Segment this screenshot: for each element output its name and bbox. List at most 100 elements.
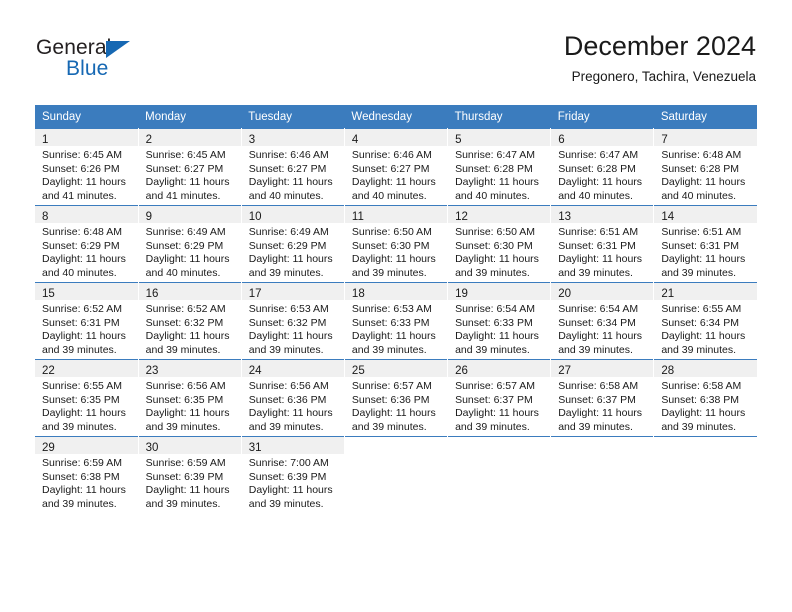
day-number: 31	[248, 442, 262, 454]
daylight-text-line2: and 39 minutes.	[248, 420, 324, 433]
day-cell[interactable]: 10 Sunrise: 6:49 AM Sunset: 6:29 PM Dayl…	[241, 205, 345, 283]
sunrise-text: Sunrise: 6:47 AM	[558, 149, 639, 161]
week-row: 8 Sunrise: 6:48 AM Sunset: 6:29 PM Dayli…	[35, 205, 757, 283]
daylight-text-line2: and 40 minutes.	[661, 189, 737, 202]
sunrise-text: Sunrise: 6:49 AM	[145, 226, 226, 238]
day-cell[interactable]: 24 Sunrise: 6:56 AM Sunset: 6:36 PM Dayl…	[241, 359, 345, 437]
day-cell[interactable]: 29 Sunrise: 6:59 AM Sunset: 6:38 PM Dayl…	[35, 436, 139, 513]
day-cell[interactable]: 27 Sunrise: 6:58 AM Sunset: 6:37 PM Dayl…	[550, 359, 655, 437]
daynum-strip: 17	[241, 283, 344, 300]
daylight-text-line2: and 41 minutes.	[145, 189, 221, 202]
daynum-strip: 16	[138, 283, 241, 300]
day-cell[interactable]: 23 Sunrise: 6:56 AM Sunset: 6:35 PM Dayl…	[138, 359, 242, 437]
day-cell[interactable]: 20 Sunrise: 6:54 AM Sunset: 6:34 PM Dayl…	[550, 282, 655, 360]
daylight-text-line1: Daylight: 11 hours	[248, 253, 333, 266]
daylight-text-line2: and 39 minutes.	[145, 343, 221, 356]
brand-logo[interactable]: General Blue	[36, 36, 236, 88]
daynum-strip: 22	[35, 360, 138, 377]
daynum-strip: 1	[35, 129, 138, 146]
daylight-text-line1: Daylight: 11 hours	[42, 253, 126, 266]
daylight-text-line1: Daylight: 11 hours	[145, 253, 230, 266]
sunrise-text: Sunrise: 6:46 AM	[351, 149, 432, 161]
daylight-text-line1: Daylight: 11 hours	[351, 176, 436, 189]
day-cell[interactable]: 11 Sunrise: 6:50 AM Sunset: 6:30 PM Dayl…	[344, 205, 449, 283]
day-cell[interactable]: 25 Sunrise: 6:57 AM Sunset: 6:36 PM Dayl…	[344, 359, 449, 437]
day-details: Sunrise: 7:00 AM Sunset: 6:39 PM Dayligh…	[242, 454, 344, 511]
day-cell[interactable]: 14 Sunrise: 6:51 AM Sunset: 6:31 PM Dayl…	[653, 205, 757, 283]
sunrise-text: Sunrise: 6:57 AM	[351, 380, 432, 392]
weekday-header-saturday: Saturday	[653, 105, 757, 129]
day-details: Sunrise: 6:49 AM Sunset: 6:29 PM Dayligh…	[242, 223, 344, 280]
daylight-text-line2: and 39 minutes.	[351, 420, 427, 433]
day-cell-empty	[653, 436, 757, 513]
day-cell[interactable]: 18 Sunrise: 6:53 AM Sunset: 6:33 PM Dayl…	[344, 282, 449, 360]
day-cell[interactable]: 17 Sunrise: 6:53 AM Sunset: 6:32 PM Dayl…	[241, 282, 345, 360]
day-cell[interactable]: 16 Sunrise: 6:52 AM Sunset: 6:32 PM Dayl…	[138, 282, 242, 360]
sunset-text: Sunset: 6:31 PM	[42, 316, 120, 329]
daylight-text-line2: and 40 minutes.	[248, 189, 324, 202]
sunset-text: Sunset: 6:37 PM	[558, 393, 636, 406]
day-cell[interactable]: 15 Sunrise: 6:52 AM Sunset: 6:31 PM Dayl…	[35, 282, 139, 360]
sunset-text: Sunset: 6:32 PM	[145, 316, 224, 329]
daynum-strip: 13	[551, 206, 654, 223]
sunrise-text: Sunrise: 6:59 AM	[42, 457, 122, 469]
day-cell[interactable]: 13 Sunrise: 6:51 AM Sunset: 6:31 PM Dayl…	[550, 205, 655, 283]
sunrise-text: Sunrise: 6:47 AM	[455, 149, 536, 161]
daylight-text-line1: Daylight: 11 hours	[145, 484, 230, 497]
day-details: Sunrise: 6:47 AM Sunset: 6:28 PM Dayligh…	[448, 146, 550, 203]
sunset-text: Sunset: 6:38 PM	[42, 470, 120, 483]
day-cell[interactable]: 5 Sunrise: 6:47 AM Sunset: 6:28 PM Dayli…	[447, 128, 552, 206]
day-details: Sunrise: 6:56 AM Sunset: 6:35 PM Dayligh…	[139, 377, 241, 434]
day-cell[interactable]: 28 Sunrise: 6:58 AM Sunset: 6:38 PM Dayl…	[653, 359, 757, 437]
daylight-text-line2: and 39 minutes.	[145, 497, 221, 510]
weekday-header-monday: Monday	[138, 105, 242, 129]
day-cell[interactable]: 6 Sunrise: 6:47 AM Sunset: 6:28 PM Dayli…	[550, 128, 655, 206]
sunrise-text: Sunrise: 6:48 AM	[661, 149, 742, 161]
day-cell[interactable]: 26 Sunrise: 6:57 AM Sunset: 6:37 PM Dayl…	[447, 359, 552, 437]
day-cell[interactable]: 12 Sunrise: 6:50 AM Sunset: 6:30 PM Dayl…	[447, 205, 552, 283]
daylight-text-line1: Daylight: 11 hours	[248, 330, 333, 343]
sunrise-text: Sunrise: 6:51 AM	[558, 226, 639, 238]
daylight-text-line2: and 39 minutes.	[42, 497, 117, 510]
sunrise-text: Sunrise: 6:53 AM	[351, 303, 432, 315]
day-number: 4	[351, 134, 359, 146]
daynum-strip	[551, 437, 654, 454]
day-details: Sunrise: 6:47 AM Sunset: 6:28 PM Dayligh…	[551, 146, 653, 203]
daylight-text-line1: Daylight: 11 hours	[455, 176, 539, 189]
day-details: Sunrise: 6:52 AM Sunset: 6:32 PM Dayligh…	[139, 300, 241, 357]
day-cell[interactable]: 9 Sunrise: 6:49 AM Sunset: 6:29 PM Dayli…	[138, 205, 242, 283]
day-cell[interactable]: 19 Sunrise: 6:54 AM Sunset: 6:33 PM Dayl…	[447, 282, 552, 360]
day-cell[interactable]: 1 Sunrise: 6:45 AM Sunset: 6:26 PM Dayli…	[35, 128, 139, 206]
day-cell[interactable]: 30 Sunrise: 6:59 AM Sunset: 6:39 PM Dayl…	[138, 436, 242, 513]
day-cell[interactable]: 8 Sunrise: 6:48 AM Sunset: 6:29 PM Dayli…	[35, 205, 139, 283]
day-cell[interactable]: 4 Sunrise: 6:46 AM Sunset: 6:27 PM Dayli…	[344, 128, 449, 206]
daynum-strip: 14	[654, 206, 757, 223]
calendar-table: Sunday Monday Tuesday Wednesday Thursday…	[35, 105, 757, 513]
day-cell[interactable]: 21 Sunrise: 6:55 AM Sunset: 6:34 PM Dayl…	[653, 282, 757, 360]
daynum-strip	[654, 437, 757, 454]
day-number: 7	[661, 134, 668, 146]
day-cell[interactable]: 22 Sunrise: 6:55 AM Sunset: 6:35 PM Dayl…	[35, 359, 139, 437]
day-details: Sunrise: 6:51 AM Sunset: 6:31 PM Dayligh…	[551, 223, 653, 280]
day-details: Sunrise: 6:52 AM Sunset: 6:31 PM Dayligh…	[35, 300, 138, 357]
day-number: 18	[351, 288, 365, 300]
day-cell-empty	[447, 436, 552, 513]
daynum-strip: 20	[551, 283, 654, 300]
day-cell[interactable]: 7 Sunrise: 6:48 AM Sunset: 6:28 PM Dayli…	[653, 128, 757, 206]
day-details: Sunrise: 6:50 AM Sunset: 6:30 PM Dayligh…	[448, 223, 550, 280]
day-number: 17	[248, 288, 262, 300]
day-cell[interactable]: 31 Sunrise: 7:00 AM Sunset: 6:39 PM Dayl…	[241, 436, 345, 513]
sunset-text: Sunset: 6:36 PM	[248, 393, 327, 406]
weekday-header-friday: Friday	[550, 105, 654, 129]
daynum-strip: 9	[138, 206, 241, 223]
day-cell[interactable]: 3 Sunrise: 6:46 AM Sunset: 6:27 PM Dayli…	[241, 128, 345, 206]
day-cell[interactable]: 2 Sunrise: 6:45 AM Sunset: 6:27 PM Dayli…	[138, 128, 242, 206]
daylight-text-line1: Daylight: 11 hours	[661, 253, 746, 266]
daynum-strip: 12	[448, 206, 551, 223]
day-details: Sunrise: 6:45 AM Sunset: 6:27 PM Dayligh…	[139, 146, 241, 203]
day-details: Sunrise: 6:55 AM Sunset: 6:34 PM Dayligh…	[654, 300, 757, 357]
daylight-text-line1: Daylight: 11 hours	[661, 176, 746, 189]
day-details: Sunrise: 6:54 AM Sunset: 6:33 PM Dayligh…	[448, 300, 550, 357]
daynum-strip: 25	[344, 360, 448, 377]
daynum-strip: 8	[35, 206, 138, 223]
